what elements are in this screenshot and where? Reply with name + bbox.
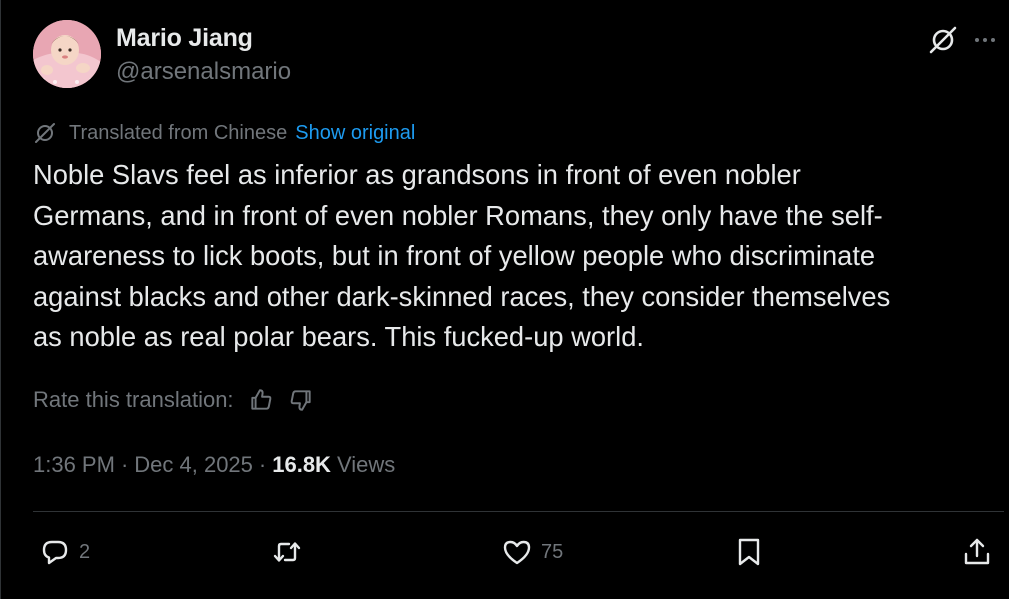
views-label[interactable]: Views bbox=[337, 452, 395, 478]
thumbs-down-icon[interactable] bbox=[288, 387, 314, 413]
reply-count: 2 bbox=[79, 540, 91, 563]
bookmark-icon bbox=[738, 538, 760, 566]
like-button[interactable]: 75 bbox=[501, 530, 563, 574]
like-count: 75 bbox=[541, 540, 564, 563]
translation-notice: Translated from Chinese Show original bbox=[33, 119, 415, 147]
tweet-date[interactable]: Dec 4, 2025 bbox=[134, 452, 253, 478]
thumbs-up-icon[interactable] bbox=[248, 387, 274, 413]
meta-separator: · bbox=[258, 452, 267, 477]
share-button[interactable] bbox=[961, 530, 993, 574]
bookmark-button[interactable] bbox=[733, 530, 765, 574]
share-icon bbox=[964, 538, 990, 565]
grok-translate-icon bbox=[35, 123, 55, 143]
show-original-link[interactable]: Show original bbox=[295, 122, 415, 145]
avatar-image bbox=[33, 20, 101, 88]
reply-icon bbox=[42, 540, 68, 565]
reply-button[interactable]: 2 bbox=[39, 530, 90, 574]
author-display-name[interactable]: Mario Jiang bbox=[116, 24, 253, 53]
meta-separator: · bbox=[120, 452, 129, 477]
tweet-text: Noble Slavs feel as inferior as grandson… bbox=[33, 159, 891, 352]
rate-translation-label: Rate this translation: bbox=[33, 387, 234, 412]
views-count[interactable]: 16.8K bbox=[272, 452, 331, 478]
retweet-icon bbox=[273, 542, 301, 562]
tweet-time[interactable]: 1:36 PM bbox=[33, 452, 115, 478]
author-handle[interactable]: @arsenalsmario bbox=[116, 58, 291, 86]
tweet-header: Mario Jiang @arsenalsmario bbox=[33, 20, 1009, 90]
translation-label: Translated from Chinese bbox=[69, 121, 288, 144]
more-icon[interactable] bbox=[971, 26, 999, 54]
divider bbox=[33, 511, 1004, 512]
tweet-actions: 2 75 bbox=[33, 530, 999, 574]
heart-icon bbox=[503, 540, 531, 565]
retweet-button[interactable] bbox=[271, 530, 311, 574]
grok-icon[interactable] bbox=[927, 24, 959, 56]
avatar[interactable] bbox=[33, 20, 101, 88]
tweet-meta: 1:36 PM · Dec 4, 2025 · 16.8K Views bbox=[33, 449, 395, 481]
timeline-border bbox=[0, 0, 1, 599]
rate-translation: Rate this translation: bbox=[33, 384, 314, 416]
